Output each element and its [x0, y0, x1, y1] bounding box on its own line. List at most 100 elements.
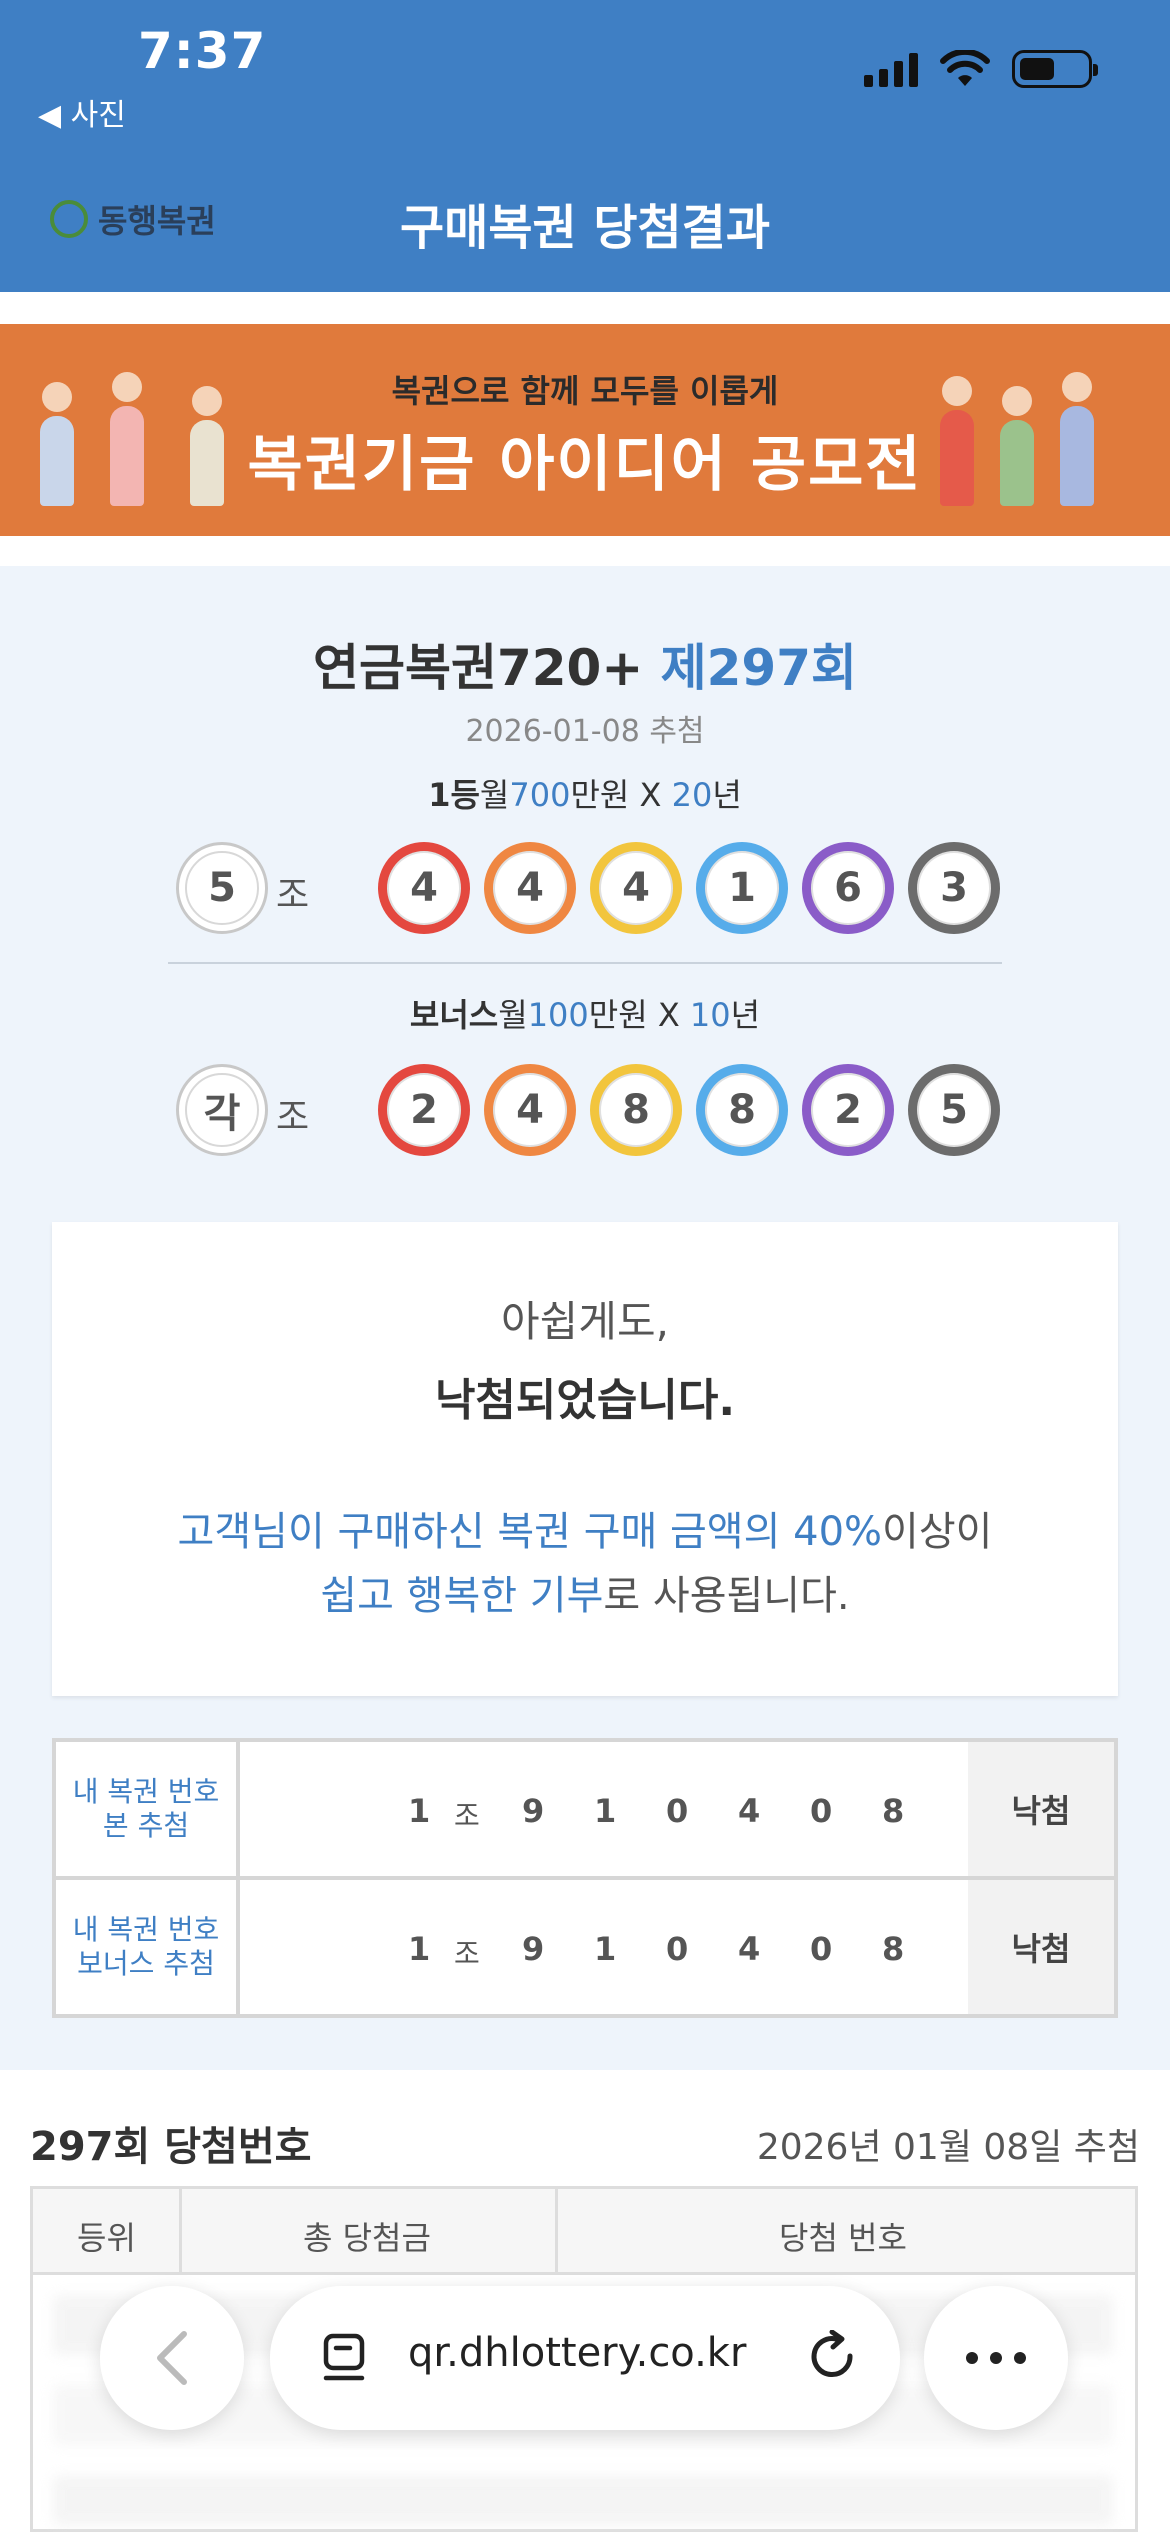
message-highlight: 쉽고 행복한 기부 — [320, 1573, 604, 1619]
draw-date: 2026-01-08 추첨 — [465, 714, 705, 749]
prize-rank: 1등 — [428, 776, 480, 814]
number-ball: 4 — [590, 842, 682, 934]
page-title: 구매복권 당첨결과 — [400, 200, 770, 256]
donation-message: 고객님이 구매하신 복권 구매 금액의 40%이상이 쉽고 행복한 기부로 사용… — [52, 1500, 1118, 1628]
ticket-jo: 조 — [454, 1937, 480, 1970]
ticket-digit: 8 — [882, 1930, 905, 1968]
message-text: 이상이 — [882, 1509, 993, 1555]
ball-number: 1 — [705, 851, 779, 925]
status-icons — [864, 50, 1098, 88]
ticket-label-line: 내 복권 번호 — [72, 1775, 220, 1808]
message-line2: 낙첨되었습니다. — [434, 1375, 736, 1426]
column-header: 당첨 번호 — [779, 2219, 907, 2257]
status-time: 7:37 — [138, 22, 267, 80]
prize-text: 년 — [712, 776, 742, 814]
signal-icon — [864, 51, 918, 87]
winning-section-date: 2026년 01월 08일 추첨 — [756, 2127, 1140, 2168]
wifi-icon — [940, 50, 990, 86]
chevron-left-icon — [157, 2331, 187, 2385]
ticket-label: 내 복권 번호 본 추첨 — [56, 1742, 236, 1876]
ball-number: 2 — [811, 1073, 885, 1147]
first-prize-balls: 5 조 444163 — [172, 842, 1002, 936]
app-header: 7:37 ◀ 사진 동행복권 구매복권 당첨결과 — [0, 0, 1170, 292]
ticket-digit: 1 — [594, 1792, 617, 1830]
ball-number: 3 — [917, 851, 991, 925]
prize-amount: 100 — [527, 996, 589, 1034]
divider — [168, 962, 1002, 964]
ball-number: 4 — [493, 851, 567, 925]
promo-banner[interactable]: 복권으로 함께 모두를 이롭게 복권기금 아이디어 공모전 — [0, 324, 1170, 536]
number-ball: 1 — [696, 842, 788, 934]
url-text[interactable]: qr.dhlottery.co.kr — [408, 2330, 746, 2376]
address-bar[interactable]: qr.dhlottery.co.kr — [270, 2286, 900, 2430]
prize-text: 년 — [730, 996, 761, 1034]
ticket-label-line: 보너스 추첨 — [77, 1947, 215, 1980]
group-ball: 각 — [176, 1064, 268, 1156]
column-header: 등위 — [77, 2219, 136, 2257]
bonus-prize-line: 보너스월100만원 X 10년 — [0, 990, 1170, 1036]
ticket-label-line: 본 추첨 — [102, 1809, 190, 1842]
ticket-group: 1 — [408, 1930, 431, 1968]
ball-number: 4 — [599, 851, 673, 925]
more-icon — [966, 2352, 1026, 2364]
lottery-title: 연금복권720+ 제297회 — [0, 628, 1170, 700]
prize-years: 20 — [671, 776, 713, 814]
number-ball: 8 — [696, 1064, 788, 1156]
ticket-digit: 1 — [594, 1930, 617, 1968]
winning-section-title: 297회 당첨번호 — [30, 2124, 312, 2170]
message-text: 로 사용됩니다. — [603, 1573, 850, 1619]
ticket-status: 낙첨 — [968, 1742, 1114, 1876]
number-ball: 4 — [378, 842, 470, 934]
result-message-card: 아쉽게도, 낙첨되었습니다. 고객님이 구매하신 복권 구매 금액의 40%이상… — [52, 1222, 1118, 1696]
ticket-digit: 8 — [882, 1792, 905, 1830]
my-ticket-table: 내 복권 번호 본 추첨 1 조 9 1 0 4 0 8 낙첨 내 복권 번호 … — [52, 1738, 1118, 2018]
prize-text: 만원 X — [570, 776, 672, 814]
ball-number: 4 — [493, 1073, 567, 1147]
ticket-digit: 0 — [666, 1930, 689, 1968]
back-to-photos-link[interactable]: ◀ 사진 — [38, 90, 126, 134]
browser-back-button[interactable] — [100, 2286, 244, 2430]
prize-rank: 보너스 — [409, 996, 499, 1034]
number-ball: 4 — [484, 842, 576, 934]
number-ball: 2 — [378, 1064, 470, 1156]
battery-icon — [1012, 50, 1098, 88]
column-divider — [179, 2189, 182, 2275]
number-ball: 5 — [908, 1064, 1000, 1156]
ticket-jo: 조 — [454, 1799, 480, 1832]
ticket-digit: 0 — [810, 1792, 833, 1830]
group-number: 5 — [185, 851, 259, 925]
ticket-numbers: 1 조 9 1 0 4 0 8 — [240, 1880, 968, 2014]
ticket-digit: 0 — [810, 1930, 833, 1968]
ball-number: 6 — [811, 851, 885, 925]
table-header: 등위 총 당첨금 당첨 번호 — [33, 2189, 1135, 2275]
lottery-name: 연금복권720+ — [312, 639, 661, 697]
ticket-numbers: 1 조 9 1 0 4 0 8 — [240, 1742, 968, 1876]
ball-number: 8 — [705, 1073, 779, 1147]
more-options-button[interactable] — [924, 2286, 1068, 2430]
ball-number: 2 — [387, 1073, 461, 1147]
column-divider — [555, 2189, 558, 2275]
page-menu-icon[interactable] — [320, 2332, 370, 2384]
message-line1: 아쉽게도, — [501, 1297, 669, 1346]
number-ball: 3 — [908, 842, 1000, 934]
prize-text: 월 — [479, 776, 510, 814]
jo-label: 조 — [276, 1097, 310, 1138]
table-row: 내 복권 번호 보너스 추첨 1 조 9 1 0 4 0 8 낙첨 — [56, 1880, 1114, 2014]
banner-subtitle: 복권으로 함께 모두를 이롭게 — [391, 372, 779, 410]
prize-amount: 700 — [509, 776, 571, 814]
ball-number: 8 — [599, 1073, 673, 1147]
first-prize-line: 1등월700만원 X 20년 — [0, 770, 1170, 816]
column-header: 총 당첨금 — [303, 2219, 431, 2257]
reload-icon[interactable] — [806, 2330, 862, 2386]
ticket-label: 내 복권 번호 보너스 추첨 — [56, 1880, 236, 2014]
number-ball: 8 — [590, 1064, 682, 1156]
bonus-balls: 각 조 248825 — [172, 1064, 1002, 1158]
ball-number: 5 — [917, 1073, 991, 1147]
jo-label: 조 — [276, 875, 310, 916]
ticket-label-line: 내 복권 번호 — [72, 1913, 220, 1946]
number-ball: 4 — [484, 1064, 576, 1156]
ticket-digit: 9 — [522, 1930, 545, 1968]
table-row: 내 복권 번호 본 추첨 1 조 9 1 0 4 0 8 낙첨 — [56, 1742, 1114, 1876]
ticket-digit: 4 — [738, 1930, 761, 1968]
banner-title: 복권기금 아이디어 공모전 — [247, 430, 923, 500]
